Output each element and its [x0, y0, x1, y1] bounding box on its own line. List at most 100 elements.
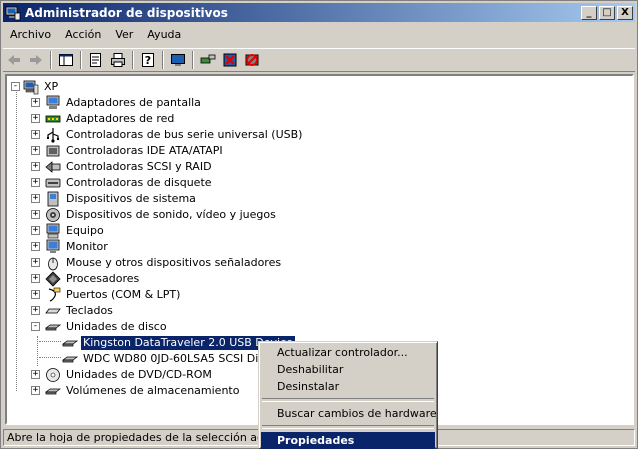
show-hide-tree-icon[interactable]: [55, 50, 77, 70]
tree-item-label: Dispositivos de sistema: [66, 192, 196, 205]
svg-text:?: ?: [145, 54, 151, 67]
tree-item-label: Controladoras de disquete: [66, 176, 212, 189]
expand-toggle[interactable]: +: [31, 210, 40, 219]
mouse-icon: [45, 255, 61, 271]
ide-controller-icon: [45, 143, 61, 159]
menu-separator: [262, 398, 434, 402]
tree-item-teclados[interactable]: + Teclados: [31, 303, 115, 319]
tree-item-volumenes[interactable]: + Volúmenes de almacenamiento: [31, 383, 241, 399]
processor-icon: [45, 271, 61, 287]
tree-item-label: Dispositivos de sonido, vídeo y juegos: [66, 208, 276, 221]
minimize-button[interactable]: _: [581, 5, 597, 20]
disable-icon[interactable]: [241, 50, 263, 70]
properties-icon[interactable]: [85, 50, 107, 70]
tree-item-label: Mouse y otros dispositivos señaladores: [66, 256, 282, 269]
tree-root-label: XP: [44, 80, 59, 93]
collapse-toggle[interactable]: -: [31, 322, 40, 331]
tree-item-sonido[interactable]: + Dispositivos de sonido, vídeo y juegos: [31, 207, 278, 223]
tree-item-disquete[interactable]: + Controladoras de disquete: [31, 175, 214, 191]
menu-item-buscar-cambios[interactable]: Buscar cambios de hardware: [261, 405, 437, 422]
title-bar[interactable]: Administrador de dispositivos _ □ X: [3, 3, 635, 22]
back-icon[interactable]: [3, 50, 25, 70]
forward-icon[interactable]: [25, 50, 47, 70]
sound-icon: [45, 207, 61, 223]
menu-bar: Archivo Acción Ver Ayuda: [3, 25, 188, 45]
menu-item-propiedades[interactable]: Propiedades: [261, 432, 435, 449]
tree-item-scsi[interactable]: + Controladoras SCSI y RAID: [31, 159, 214, 175]
scan-hardware-icon[interactable]: [197, 50, 219, 70]
tree-item-dvd[interactable]: + Unidades de DVD/CD-ROM: [31, 367, 214, 383]
port-icon: [45, 287, 61, 303]
menu-item-desinstalar[interactable]: Desinstalar: [261, 378, 435, 395]
tree-item-label: Teclados: [66, 304, 113, 317]
toolbar-separator: [192, 51, 194, 69]
cdrom-icon: [45, 367, 61, 383]
maximize-button[interactable]: □: [599, 5, 615, 20]
tree-root[interactable]: - XP: [9, 79, 60, 95]
toolbar-separator: [50, 51, 52, 69]
tree-connector: [37, 336, 38, 366]
tree-item-label: Unidades de disco: [66, 320, 167, 333]
menu-ver[interactable]: Ver: [108, 25, 140, 45]
expand-toggle[interactable]: +: [31, 226, 40, 235]
expand-toggle[interactable]: +: [31, 114, 40, 123]
print-icon[interactable]: [107, 50, 129, 70]
tree-item-sistema[interactable]: + Dispositivos de sistema: [31, 191, 198, 207]
expand-toggle[interactable]: +: [31, 178, 40, 187]
menu-item-deshabilitar[interactable]: Deshabilitar: [261, 361, 435, 378]
expand-toggle[interactable]: +: [31, 130, 40, 139]
tree-item-puertos[interactable]: + Puertos (COM & LPT): [31, 287, 182, 303]
collapse-toggle[interactable]: -: [11, 82, 20, 91]
floppy-controller-icon: [45, 175, 61, 191]
expand-toggle[interactable]: +: [31, 274, 40, 283]
tree-item-unidades-disco[interactable]: - Unidades de disco: [31, 319, 169, 335]
tree-item-label: Controladoras de bus serie universal (US…: [66, 128, 303, 141]
expand-toggle[interactable]: +: [31, 194, 40, 203]
tree-item-label: Equipo: [66, 224, 104, 237]
menu-separator: [262, 425, 434, 429]
expand-toggle[interactable]: +: [31, 98, 40, 107]
menu-item-actualizar-controlador[interactable]: Actualizar controlador...: [261, 344, 435, 361]
tree-item-label: Monitor: [66, 240, 108, 253]
toolbar-separator: [80, 51, 82, 69]
tree-item-label: Puertos (COM & LPT): [66, 288, 181, 301]
expand-toggle[interactable]: +: [31, 386, 40, 395]
expand-toggle[interactable]: +: [31, 146, 40, 155]
uninstall-icon[interactable]: [219, 50, 241, 70]
window-title: Administrador de dispositivos: [25, 5, 228, 20]
disk-drive-icon: [62, 351, 78, 367]
tree-item-label: Unidades de DVD/CD-ROM: [66, 368, 212, 381]
expand-toggle[interactable]: +: [31, 162, 40, 171]
context-menu: Actualizar controlador... Deshabilitar D…: [258, 341, 438, 449]
toolbar-separator: [162, 51, 164, 69]
tree-item-label: Volúmenes de almacenamiento: [66, 384, 240, 397]
view-icon[interactable]: [167, 50, 189, 70]
menu-archivo[interactable]: Archivo: [3, 25, 58, 45]
menu-accion[interactable]: Acción: [58, 25, 108, 45]
tree-item-adaptadores-pantalla[interactable]: + Adaptadores de pantalla: [31, 95, 203, 111]
expand-toggle[interactable]: +: [31, 370, 40, 379]
tree-item-procesadores[interactable]: + Procesadores: [31, 271, 141, 287]
tree-item-ide[interactable]: + Controladoras IDE ATA/ATAPI: [31, 143, 225, 159]
tree-item-wdc[interactable]: WDC WD80 0JD-60LSA5 SCSI Disk D: [62, 351, 284, 367]
close-button[interactable]: X: [617, 5, 633, 20]
expand-toggle[interactable]: +: [31, 258, 40, 267]
help-icon[interactable]: ?: [137, 50, 159, 70]
scsi-icon: [45, 159, 61, 175]
expand-toggle[interactable]: +: [31, 306, 40, 315]
tree-item-monitor[interactable]: + Monitor: [31, 239, 110, 255]
tree-item-mouse[interactable]: + Mouse y otros dispositivos señaladores: [31, 255, 283, 271]
menu-ayuda[interactable]: Ayuda: [140, 25, 188, 45]
toolbar-separator: [132, 51, 134, 69]
tree-item-adaptadores-red[interactable]: + Adaptadores de red: [31, 111, 176, 127]
tree-item-usb[interactable]: + Controladoras de bus serie universal (…: [31, 127, 304, 143]
expand-toggle[interactable]: +: [31, 290, 40, 299]
tree-connector: [39, 357, 61, 358]
computer-root-icon: [23, 79, 39, 95]
expand-toggle[interactable]: +: [31, 242, 40, 251]
computer-icon: [45, 223, 61, 239]
tree-item-label: Controladoras SCSI y RAID: [66, 160, 212, 173]
usb-icon: [45, 127, 61, 143]
tree-item-equipo[interactable]: + Equipo: [31, 223, 106, 239]
network-adapter-icon: [45, 111, 61, 127]
